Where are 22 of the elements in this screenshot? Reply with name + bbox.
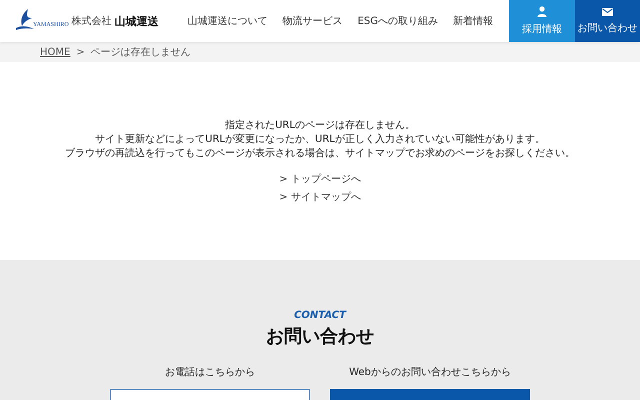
nav-link[interactable]: 山城運送について xyxy=(188,14,268,28)
breadcrumb-current: ページは存在しません xyxy=(90,46,191,59)
section-title: お問い合わせ xyxy=(266,325,374,349)
breadcrumb-separator: > xyxy=(76,46,85,58)
section-eyebrow: CONTACT xyxy=(294,310,346,321)
contact-label: お電話はこちらから xyxy=(165,366,255,379)
mail-icon xyxy=(602,8,613,16)
logo-prefix: 株式会社 xyxy=(72,14,112,28)
page-link[interactable]: > サイトマップへ xyxy=(279,190,361,204)
header-button[interactable]: お問い合わせ xyxy=(575,0,640,42)
page-link[interactable]: > トップページへ xyxy=(279,172,361,186)
nav-link[interactable]: 新着情報 xyxy=(453,14,493,28)
nav-link[interactable]: 物流サービス xyxy=(282,14,343,28)
error-message: 指定されたURLのページは存在しません。 xyxy=(225,118,415,132)
breadcrumb-link[interactable]: HOME xyxy=(40,46,70,58)
nav-link[interactable]: ESGへの取り組み xyxy=(358,14,438,28)
person-icon xyxy=(537,6,547,17)
contact-label: Webからのお問い合わせこちらから xyxy=(349,366,511,379)
header-button[interactable]: 採用情報 xyxy=(509,0,575,42)
company-name: 山城運送 xyxy=(114,14,159,28)
error-message: ブラウザの再読込を行ってもこのページが表示される場合は、サイトマップでお求めのページをお探しください。 xyxy=(65,146,575,160)
error-message: サイト更新などによってURLが変更になったか、URLが正しく入力されていない可能性があります。 xyxy=(95,132,545,146)
